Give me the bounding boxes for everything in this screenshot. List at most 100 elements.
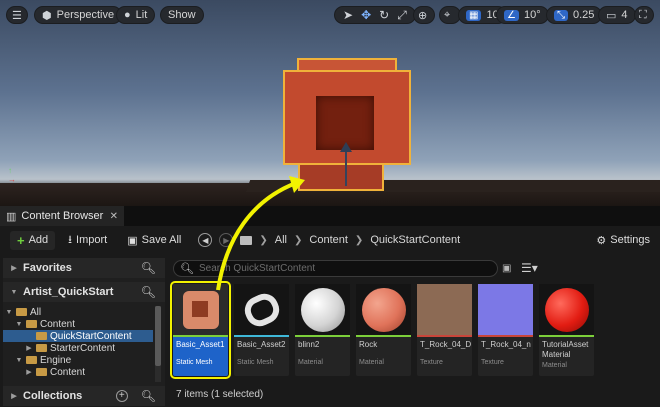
favorites-header[interactable]: ▶ Favorites 🔍︎	[3, 258, 165, 278]
camera-speed-button[interactable]: ▭ 4	[598, 6, 636, 24]
plus-icon: +	[17, 232, 25, 248]
tree-item-quickstartcontent[interactable]: QuickStartContent	[3, 330, 153, 342]
import-button[interactable]: ⭳ Import	[61, 231, 114, 250]
grid-icon: ▦	[466, 9, 482, 21]
rotate-icon[interactable]: ↻	[379, 8, 389, 22]
asset-tile-basic-asset1[interactable]: Basic_Asset1 Static Mesh	[170, 281, 231, 379]
add-collection-icon[interactable]: +	[115, 390, 128, 402]
chevron-right-icon: ❯	[294, 234, 303, 246]
content-browser-toolbar: + Add ⭳ Import ▣ Save All ◀ ▶ ❯ All ❯ Co…	[0, 228, 660, 252]
chevron-down-icon: ▼	[15, 356, 23, 364]
level-viewport[interactable]: ☰ ⬢ Perspective ● Lit Show ➤ ✥ ↻ ⤢ ⊕ ⌖ ▦…	[0, 0, 660, 206]
tab-content-browser-label: Content Browser	[21, 210, 104, 222]
project-header[interactable]: ▼ Artist_QuickStart 🔍︎	[3, 282, 165, 302]
gear-icon: ⚙	[596, 234, 607, 247]
camera-speed-value: 4	[621, 9, 628, 21]
favorites-label: Favorites	[23, 262, 72, 274]
transform-toolbar: ➤ ✥ ↻ ⤢	[334, 6, 416, 24]
world-space-button[interactable]: ⊕	[413, 6, 435, 24]
transform-gizmo-arrow[interactable]	[340, 142, 352, 152]
sphere-preview-icon	[544, 287, 589, 332]
translate-icon[interactable]: ✥	[361, 8, 371, 22]
scale-icon[interactable]: ⤢	[397, 8, 407, 23]
chevron-down-icon: ▼	[10, 288, 18, 296]
tree-scrollbar[interactable]	[155, 306, 161, 382]
knot-preview-icon	[239, 288, 284, 331]
asset-tile-blinn2[interactable]: blinn2 Material	[295, 284, 350, 376]
chevron-right-icon: ❯	[259, 234, 268, 246]
asset-search-input[interactable]: 🔍︎ Search QuickStartContent	[173, 260, 498, 277]
material-thumbnail	[539, 284, 594, 335]
tree-item-content[interactable]: ▼ Content	[3, 318, 153, 330]
save-all-button[interactable]: ▣ Save All	[120, 231, 188, 250]
asset-type: Static Mesh	[237, 359, 274, 366]
settings-button[interactable]: ⚙ Settings	[596, 234, 650, 247]
asset-name: T_Rock_04_n	[481, 340, 531, 349]
breadcrumb-all[interactable]: All	[275, 234, 287, 246]
chevron-right-icon: ❯	[354, 234, 364, 246]
back-icon[interactable]: ◀	[198, 233, 213, 247]
breadcrumb-content[interactable]: Content	[309, 234, 348, 246]
tree-item-all[interactable]: ▼ All	[3, 306, 153, 318]
asset-grid: Basic_Asset1 Static Mesh Basic_Asset2 St…	[170, 281, 594, 380]
show-label: Show	[168, 9, 196, 21]
sources-panel: ▶ Favorites 🔍︎ ▼ Artist_QuickStart 🔍︎ ▼ …	[3, 258, 165, 406]
asset-tile-basic-asset2[interactable]: Basic_Asset2 Static Mesh	[234, 284, 289, 376]
asset-type: Material	[359, 359, 384, 366]
asset-name: Basic_Asset1	[176, 340, 225, 349]
show-button[interactable]: Show	[160, 6, 204, 24]
folder-icon	[36, 368, 47, 376]
sphere-icon: ●	[124, 9, 131, 21]
axis-x-glyph: →	[8, 175, 16, 184]
mesh-thumbnail	[173, 284, 228, 335]
asset-type: Material	[542, 362, 567, 369]
asset-type: Texture	[481, 359, 504, 366]
forward-icon[interactable]: ▶	[219, 233, 234, 247]
sphere-preview-icon	[300, 287, 345, 332]
texture-thumbnail	[478, 284, 533, 335]
scale-snap-button[interactable]: ⤡ 0.25	[546, 6, 603, 24]
scale-snap-icon: ⤡	[554, 9, 568, 21]
save-search-icon[interactable]: ▣	[502, 263, 511, 274]
transform-gizmo-axis[interactable]	[345, 150, 347, 186]
perspective-button[interactable]: ⬢ Perspective	[34, 6, 123, 24]
chevron-right-icon: ▶	[26, 345, 32, 352]
tree-item-startercontent[interactable]: ▶ StarterContent	[3, 342, 153, 354]
search-icon: 🔍︎	[180, 263, 194, 275]
select-icon[interactable]: ➤	[343, 8, 353, 22]
chevron-right-icon: ▶	[11, 265, 17, 272]
import-label: Import	[76, 234, 108, 246]
filter-icon[interactable]: ☰▾	[521, 261, 538, 275]
collections-header[interactable]: ▶ Collections + 🔍︎	[3, 386, 165, 406]
chevron-right-icon: ▶	[11, 393, 17, 400]
search-icon[interactable]: 🔍︎	[141, 389, 156, 403]
rotation-snap-button[interactable]: ∠ 10°	[496, 6, 549, 24]
add-label: Add	[28, 234, 49, 246]
surface-snap-icon: ⌖	[444, 8, 451, 21]
maximize-viewport-button[interactable]: ⛶	[634, 6, 654, 24]
folder-icon	[26, 356, 37, 364]
tree-item-engine[interactable]: ▼ Engine	[3, 354, 153, 366]
asset-tile-rock[interactable]: Rock Material	[356, 284, 411, 376]
viewport-menu-button[interactable]: ☰	[6, 6, 28, 24]
asset-tile-t-rock-04-d[interactable]: T_Rock_04_D Texture	[417, 284, 472, 376]
asset-tile-t-rock-04-n[interactable]: T_Rock_04_n Texture	[478, 284, 533, 376]
folder-icon	[36, 332, 47, 340]
breadcrumb-quickstartcontent[interactable]: QuickStartContent	[370, 234, 460, 246]
scale-snap-value: 0.25	[573, 9, 595, 21]
search-icon[interactable]: 🔍︎	[141, 261, 156, 275]
globe-icon: ⊕	[418, 9, 428, 22]
content-browser-icon: ▥	[6, 210, 17, 223]
asset-tile-tutorialasset-material[interactable]: TutorialAsset Material Material	[539, 284, 594, 376]
tree-item-engine-content[interactable]: ▶ Content	[3, 366, 153, 378]
tab-content-browser[interactable]: ▥ Content Browser ✕	[0, 206, 124, 226]
asset-type: Static Mesh	[176, 359, 213, 366]
add-button[interactable]: + Add	[10, 230, 56, 250]
close-icon[interactable]: ✕	[110, 211, 118, 222]
search-icon[interactable]: 🔍︎	[141, 285, 156, 299]
project-label: Artist_QuickStart	[23, 286, 114, 298]
scrollbar-thumb[interactable]	[155, 306, 161, 366]
asset-name: Basic_Asset2	[237, 340, 286, 349]
asset-type: Texture	[420, 359, 443, 366]
lit-button[interactable]: ● Lit	[116, 6, 156, 24]
